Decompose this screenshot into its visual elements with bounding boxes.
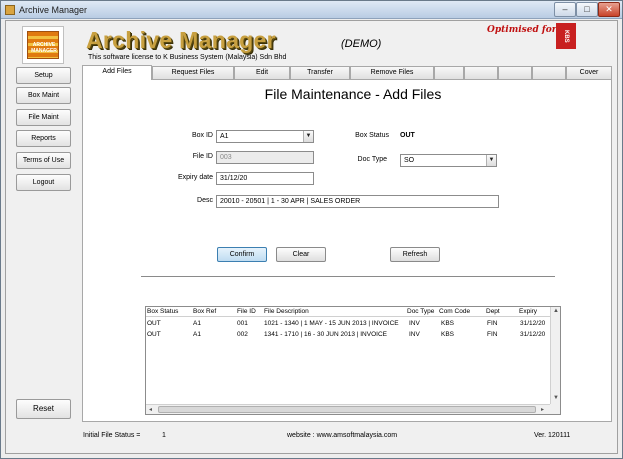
tab-blank-3[interactable] — [498, 66, 532, 79]
minimize-button[interactable]: – — [554, 2, 576, 17]
column-header[interactable]: File ID — [237, 308, 263, 315]
scroll-left-icon[interactable]: ◂ — [149, 406, 152, 413]
cell-doc-type: INV — [409, 320, 420, 327]
confirm-button[interactable]: Confirm — [217, 247, 267, 262]
license-text: This software license to K Business Syst… — [88, 54, 287, 61]
app-logo: ARCHIVE MANAGER — [22, 26, 64, 64]
file-maint-button[interactable]: File Maint — [16, 109, 71, 126]
cell-file-id: 002 — [237, 331, 248, 338]
scroll-thumb[interactable] — [158, 406, 536, 413]
column-header[interactable]: File Description — [264, 308, 404, 315]
cell-box-ref: A1 — [193, 331, 201, 338]
tab-bar: Add Files Request Files Edit Transfer Re… — [82, 65, 612, 80]
tab-edit[interactable]: Edit — [234, 66, 290, 79]
optimised-label: Optimised for — [487, 25, 557, 35]
column-header[interactable]: Dept — [486, 308, 512, 315]
tab-blank-2[interactable] — [464, 66, 498, 79]
column-header[interactable]: Box Status — [147, 308, 183, 315]
version-text: Ver. 120111 — [534, 432, 571, 439]
tab-cover[interactable]: Cover — [566, 66, 612, 79]
scroll-right-icon[interactable]: ▸ — [541, 406, 544, 413]
tab-blank-1[interactable] — [434, 66, 464, 79]
column-header[interactable]: Box Ref — [193, 308, 225, 315]
tab-blank-4[interactable] — [532, 66, 566, 79]
reports-button[interactable]: Reports — [16, 130, 71, 147]
box-id-select[interactable]: A1 ▼ — [216, 130, 314, 143]
page-title-text: File Maintenance - Add Files — [264, 86, 442, 102]
column-header[interactable]: Doc Type — [407, 308, 439, 315]
cell-doc-type: INV — [409, 331, 420, 338]
file-id-label: File ID — [192, 153, 213, 160]
logo-text: ARCHIVE MANAGER — [31, 42, 57, 54]
expiry-date-label: Expiry date — [177, 174, 213, 181]
expiry-date-field[interactable]: 31/12/20 — [216, 172, 314, 185]
cell-com-code: KBS — [441, 320, 455, 327]
cell-box-ref: A1 — [193, 320, 201, 327]
logout-button[interactable]: Logout — [16, 174, 71, 191]
column-header[interactable]: Expiry — [519, 308, 549, 315]
cell-dept: FIN — [487, 320, 498, 327]
website-text: website : www.amsoftmalaysia.com — [287, 432, 398, 439]
tab-request-files[interactable]: Request Files — [152, 66, 234, 79]
chevron-down-icon[interactable]: ▼ — [486, 155, 496, 166]
cell-expiry: 31/12/20 — [520, 331, 546, 338]
tab-transfer[interactable]: Transfer — [290, 66, 350, 79]
window-title: Archive Manager — [19, 5, 88, 15]
archive-logo-icon: ARCHIVE MANAGER — [27, 31, 59, 59]
box-id-value: A1 — [220, 133, 229, 140]
column-header[interactable]: Com Code — [439, 308, 479, 315]
cell-file-description: 1341 - 1710 | 16 - 30 JUN 2013 | INVOICE — [264, 331, 387, 338]
setup-button[interactable]: Setup — [16, 67, 71, 84]
title-bar[interactable]: Archive Manager – □ ✕ — [1, 1, 622, 19]
doc-type-value: SO — [404, 157, 415, 164]
cell-com-code: KBS — [441, 331, 455, 338]
reset-button[interactable]: Reset — [16, 399, 71, 419]
cell-box-status: OUT — [147, 331, 161, 338]
app-window: Archive Manager – □ ✕ ARCHIVE MANAGER Ar… — [0, 0, 623, 459]
cell-file-id: 001 — [237, 320, 248, 327]
page-title: File Maintenance - Add Files — [83, 86, 613, 102]
box-status-label: Box Status — [355, 132, 389, 139]
box-maint-button[interactable]: Box Maint — [16, 87, 71, 104]
desc-field[interactable]: 20010 - 20501 | 1 - 30 APR | SALES ORDER — [216, 195, 499, 208]
demo-label: (DEMO) — [341, 38, 382, 50]
scroll-down-icon[interactable]: ▼ — [553, 395, 559, 401]
divider — [141, 276, 555, 277]
scroll-up-icon[interactable]: ▲ — [553, 308, 559, 314]
cell-box-status: OUT — [147, 320, 161, 327]
box-status-value: OUT — [400, 132, 415, 139]
initial-file-status-label: Initial File Status = — [83, 432, 141, 439]
box-id-label: Box ID — [191, 132, 213, 139]
horizontal-scrollbar[interactable]: ◂ ▸ — [146, 404, 550, 414]
add-files-panel: File Maintenance - Add Files Box ID A1 ▼… — [82, 79, 612, 422]
table-header: Box Status Box Ref File ID File Descript… — [146, 307, 550, 317]
app-title: Archive Manager — [86, 27, 276, 53]
doc-type-label: Doc Type — [357, 156, 387, 163]
chevron-down-icon[interactable]: ▼ — [303, 131, 313, 142]
maximize-button[interactable]: □ — [576, 2, 598, 17]
desc-label: Desc — [197, 197, 213, 204]
close-button[interactable]: ✕ — [598, 2, 620, 17]
scroll-corner — [550, 404, 560, 414]
tab-add-files[interactable]: Add Files — [82, 65, 152, 80]
doc-type-select[interactable]: SO ▼ — [400, 154, 497, 167]
initial-file-status-value: 1 — [162, 432, 166, 439]
kbs-logo: KBS — [556, 23, 576, 49]
client-area: ARCHIVE MANAGER Archive Manager (DEMO) T… — [5, 20, 618, 454]
clear-button[interactable]: Clear — [276, 247, 326, 262]
file-id-field: 003 — [216, 151, 314, 164]
vertical-scrollbar[interactable]: ▲ ▼ — [550, 307, 560, 404]
refresh-button[interactable]: Refresh — [390, 247, 440, 262]
terms-of-use-button[interactable]: Terms of Use — [16, 152, 71, 169]
tab-remove-files[interactable]: Remove Files — [350, 66, 434, 79]
files-table[interactable]: Box Status Box Ref File ID File Descript… — [145, 306, 561, 415]
cell-file-description: 1021 - 1340 | 1 MAY - 15 JUN 2013 | INVO… — [264, 320, 399, 327]
cell-expiry: 31/12/20 — [520, 320, 546, 327]
app-icon — [5, 5, 15, 15]
cell-dept: FIN — [487, 331, 498, 338]
